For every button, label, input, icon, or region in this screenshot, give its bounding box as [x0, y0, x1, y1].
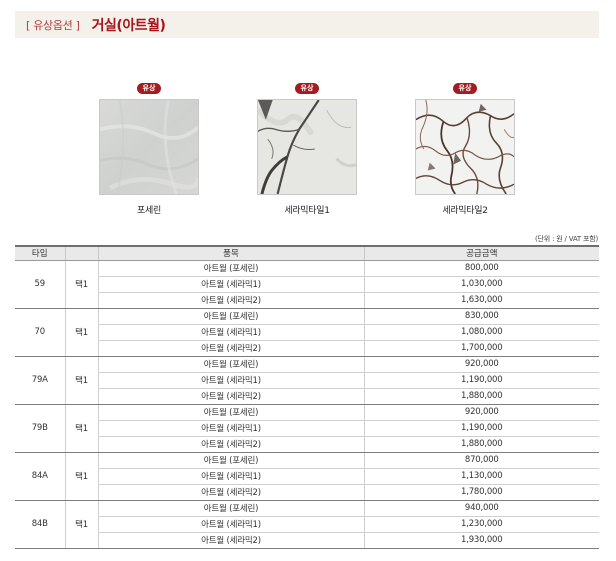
table-row: 아트월 (세라믹1) 1,190,000	[15, 420, 599, 437]
price-cell: 870,000	[363, 452, 599, 469]
item-cell: 아트월 (포세린)	[97, 452, 364, 469]
item-cell: 아트월 (세라믹2)	[97, 340, 364, 357]
price-cell: 940,000	[363, 500, 599, 517]
package-option-cell: 택1	[64, 308, 98, 357]
swatch-caption: 세라믹타일2	[442, 206, 488, 216]
swatch-caption: 세라믹타일1	[284, 206, 330, 216]
item-cell: 아트월 (세라믹1)	[97, 516, 364, 533]
unit-note: (단위 : 원 / VAT 포함)	[535, 235, 598, 243]
table-row: 아트월 (세라믹1) 1,190,000	[15, 372, 599, 389]
item-cell: 아트월 (세라믹1)	[97, 276, 364, 293]
column-header-package	[64, 245, 98, 261]
table-row: 아트월 (세라믹2) 1,780,000	[15, 484, 599, 501]
item-cell: 아트월 (포세린)	[97, 404, 364, 421]
table-row: 79A 택1 아트월 (포세린) 920,000	[15, 356, 599, 405]
unit-type-cell: 84A	[15, 452, 65, 501]
ceramic-tile-2-texture-image	[415, 99, 515, 195]
unit-type-cell: 79B	[15, 404, 65, 453]
item-cell: 아트월 (세라믹2)	[97, 292, 364, 309]
price-cell: 920,000	[363, 356, 599, 373]
price-cell: 1,030,000	[363, 276, 599, 293]
price-table-body: 59 택1 아트월 (포세린) 800,000 아트월 (세라믹1) 1,030,000 아…	[15, 260, 599, 549]
package-option-cell: 택1	[64, 260, 98, 309]
item-cell: 아트월 (세라믹2)	[97, 436, 364, 453]
unit-type-cell: 84B	[15, 500, 65, 549]
package-option-cell: 택1	[64, 356, 98, 405]
item-cell: 아트월 (포세린)	[97, 260, 364, 277]
column-header-price: 공급금액	[363, 245, 599, 261]
price-cell: 800,000	[363, 260, 599, 277]
price-cell: 1,780,000	[363, 484, 599, 501]
table-row: 84A 택1 아트월 (포세린) 870,000	[15, 452, 599, 501]
price-cell: 1,630,000	[363, 292, 599, 309]
unit-type-cell: 70	[15, 308, 65, 357]
table-row: 아트월 (세라믹1) 1,080,000	[15, 324, 599, 341]
swatch-porcelain: 유상 포세린	[99, 75, 199, 216]
package-option-cell: 택1	[64, 404, 98, 453]
item-cell: 아트월 (세라믹1)	[97, 468, 364, 485]
price-cell: 1,880,000	[363, 388, 599, 405]
price-cell: 1,880,000	[363, 436, 599, 453]
paid-badge: 유상	[136, 83, 162, 94]
table-header-row: 타입 품목 공급금액	[15, 245, 599, 261]
table-row: 아트월 (세라믹2) 1,930,000	[15, 532, 599, 549]
swatch-ceramic-1: 유상 세라믹타일1	[257, 75, 357, 216]
price-cell: 920,000	[363, 404, 599, 421]
item-cell: 아트월 (세라믹1)	[97, 324, 364, 341]
package-option-cell: 택1	[64, 500, 98, 549]
unit-type-cell: 59	[15, 260, 65, 309]
price-cell: 1,700,000	[363, 340, 599, 357]
price-cell: 1,190,000	[363, 372, 599, 389]
price-cell: 830,000	[363, 308, 599, 325]
item-cell: 아트월 (세라믹2)	[97, 484, 364, 501]
price-cell: 1,930,000	[363, 532, 599, 549]
table-row: 70 택1 아트월 (포세린) 830,000	[15, 308, 599, 357]
table-row: 아트월 (세라믹2) 1,880,000	[15, 436, 599, 453]
package-option-cell: 택1	[64, 452, 98, 501]
column-header-item: 품목	[97, 245, 364, 261]
swatch-caption: 포세린	[137, 206, 161, 216]
item-cell: 아트월 (세라믹2)	[97, 532, 364, 549]
item-cell: 아트월 (포세린)	[97, 308, 364, 325]
table-row: 아트월 (세라믹1) 1,130,000	[15, 468, 599, 485]
unit-type-cell: 79A	[15, 356, 65, 405]
table-row: 아트월 (세라믹2) 1,630,000	[15, 292, 599, 309]
table-row: 아트월 (세라믹2) 1,700,000	[15, 340, 599, 357]
price-cell: 1,130,000	[363, 468, 599, 485]
option-category-label: [ 유상옵션 ]	[26, 18, 80, 32]
table-row: 아트월 (세라믹1) 1,230,000	[15, 516, 599, 533]
item-cell: 아트월 (세라믹1)	[97, 420, 364, 437]
price-cell: 1,190,000	[363, 420, 599, 437]
price-cell: 1,080,000	[363, 324, 599, 341]
price-table: 타입 품목 공급금액 59 택1 아트월 (포세린) 800,000 아트월 (세라믹1…	[15, 245, 599, 549]
item-cell: 아트월 (세라믹2)	[97, 388, 364, 405]
item-cell: 아트월 (포세린)	[97, 356, 364, 373]
paid-badge: 유상	[294, 83, 320, 94]
page-title: 거실(아트월)	[91, 17, 166, 34]
section-header: [ 유상옵션 ] 거실(아트월)	[15, 11, 599, 38]
paid-badge: 유상	[452, 83, 478, 94]
swatch-ceramic-2: 유상 세라믹타일2	[415, 75, 515, 216]
table-row: 아트월 (세라믹2) 1,880,000	[15, 388, 599, 405]
item-cell: 아트월 (세라믹1)	[97, 372, 364, 389]
ceramic-tile-1-texture-image	[257, 99, 357, 195]
item-cell: 아트월 (포세린)	[97, 500, 364, 517]
table-row: 59 택1 아트월 (포세린) 800,000	[15, 260, 599, 309]
table-row: 84B 택1 아트월 (포세린) 940,000	[15, 500, 599, 549]
table-row: 79B 택1 아트월 (포세린) 920,000	[15, 404, 599, 453]
porcelain-texture-image	[99, 99, 199, 195]
column-header-type: 타입	[15, 245, 65, 261]
price-cell: 1,230,000	[363, 516, 599, 533]
table-row: 아트월 (세라믹1) 1,030,000	[15, 276, 599, 293]
